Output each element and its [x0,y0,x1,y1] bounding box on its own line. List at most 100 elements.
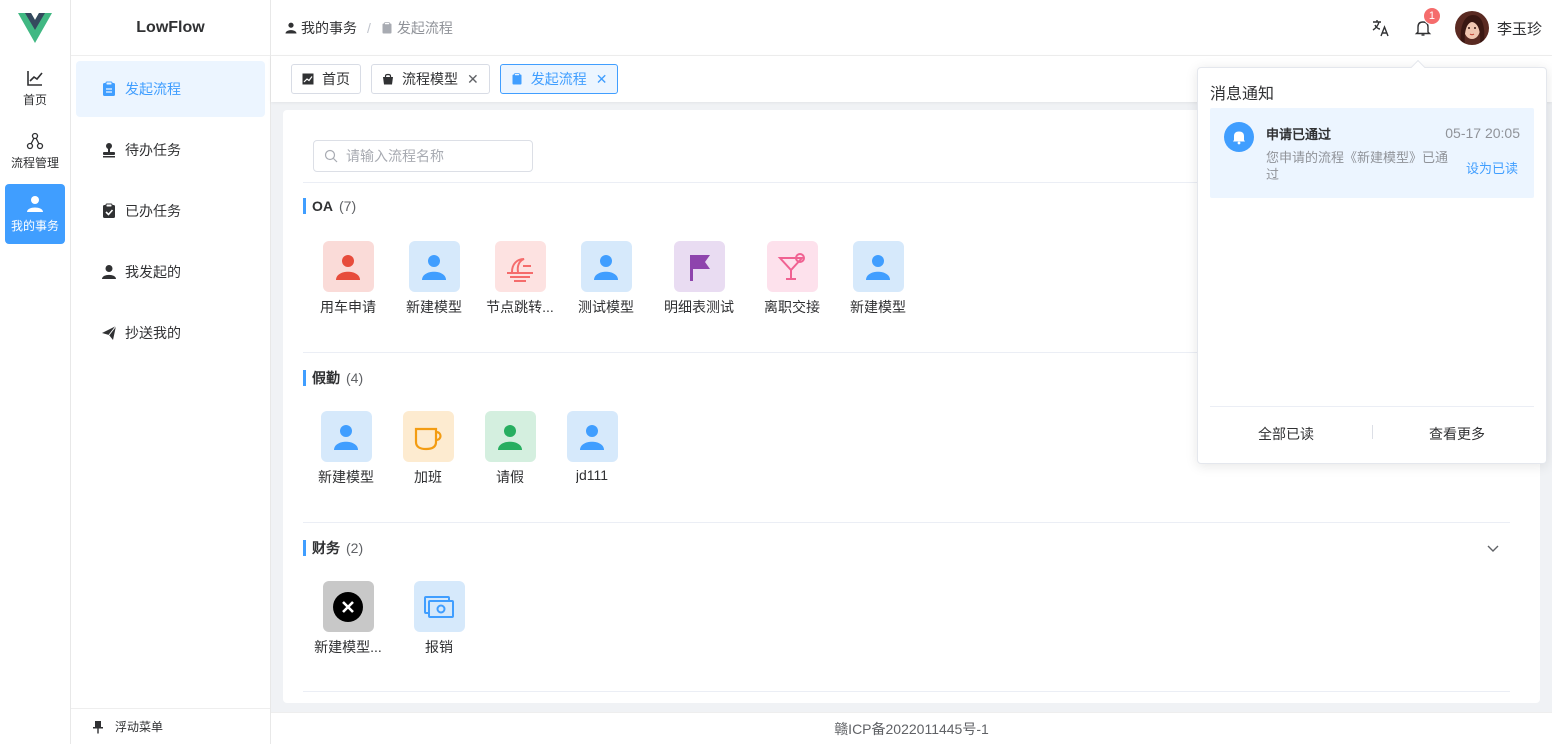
app-icon-box [413,581,465,632]
app-list-finance: 新建模型... 报销 [305,581,487,657]
rail-item-home[interactable]: 首页 [5,58,65,118]
search-input[interactable] [346,148,526,164]
menu-item-start-process[interactable]: 发起流程 [76,61,265,117]
app-label: 新建模型... [314,639,382,655]
popover-footer-separator [1372,425,1373,439]
group-title-attendance: 假勤 (4) [303,368,363,388]
user-icon [422,254,446,280]
clipboard-icon [103,81,115,96]
group-accent-bar [303,370,306,386]
rail-item-process-management[interactable]: 流程管理 [5,121,65,181]
menu-item-label: 待办任务 [125,142,181,158]
menu-item-my-initiated[interactable]: 我发起的 [76,244,265,300]
app-item[interactable]: 节点跳转... [477,241,563,317]
app-icon-box [408,241,460,292]
cocktail-icon [777,252,805,280]
icp-record[interactable]: 赣ICP备2022011445号-1 [834,719,989,739]
user-icon [336,254,360,280]
tab-close-icon[interactable]: ✕ [596,71,608,88]
username[interactable]: 李玉珍 [1497,18,1542,39]
mark-read-link[interactable]: 设为已读 [1466,158,1518,177]
popover-title: 消息通知 [1210,86,1275,103]
app-item[interactable]: 离职交接 [749,241,835,317]
view-more-button[interactable]: 查看更多 [1429,424,1485,444]
close-circle-icon [333,591,363,622]
menu-item-todo-tasks[interactable]: 待办任务 [76,122,265,178]
group-count: (7) [339,198,357,214]
app-brand: LowFlow [71,0,270,56]
pin-icon [93,720,103,733]
app-item[interactable]: 请假 [469,411,551,487]
user-icon [498,424,522,450]
app-item[interactable]: 测试模型 [563,241,649,317]
app-label: 明细表测试 [664,299,734,315]
app-item[interactable]: 报销 [391,581,487,657]
floating-menu-label: 浮动菜单 [115,720,164,734]
app-label: 用车申请 [320,299,376,315]
tab-start-process[interactable]: 发起流程 ✕ [499,64,619,94]
divider [303,522,1510,523]
top-header: 我的事务 / 发起流程 1 李玉珍 [271,0,1552,56]
popover-divider [1210,406,1534,407]
user-icon [102,265,116,279]
app-item[interactable]: 加班 [387,411,469,487]
app-item[interactable]: 新建模型 [835,241,921,317]
notification-item[interactable]: 申请已通过 05-17 20:05 您申请的流程《新建模型》已通过 设为已读 [1210,108,1534,198]
app-item[interactable]: 新建模型 [391,241,477,317]
rail-item-label: 首页 [22,92,47,107]
app-label: 加班 [414,469,442,485]
app-item[interactable]: 明细表测试 [649,241,749,317]
app-icon-box [320,411,372,462]
rail-item-label: 我的事务 [10,218,59,233]
rail-item-my-affairs[interactable]: 我的事务 [5,184,65,244]
app-list-oa: 用车申请 新建模型 节点跳转... 测试模型 明细表测试 离职交接 新建模型 [305,241,921,317]
menu-item-done-tasks[interactable]: 已办任务 [76,183,265,239]
coffee-cup-icon [414,427,442,450]
sunset-icon [507,257,533,282]
floating-menu-toggle[interactable]: 浮动菜单 [71,708,270,744]
app-label: jd111 [575,467,609,483]
notification-content: 您申请的流程《新建模型》已通过 [1266,150,1449,182]
notification-badge: 1 [1422,7,1441,25]
app-item[interactable]: 用车申请 [305,241,391,317]
tab-process-model[interactable]: 流程模型 ✕ [371,64,490,94]
breadcrumb-item-current: 发起流程 [396,19,453,36]
menu-item-label: 已办任务 [125,203,181,219]
breadcrumb-item-my-affairs[interactable]: 我的事务 [301,18,357,38]
tab-close-icon[interactable]: ✕ [467,71,479,88]
app-item[interactable]: 新建模型... [305,581,391,657]
chevron-down-icon[interactable] [1486,541,1500,555]
avatar[interactable] [1454,11,1489,45]
breadcrumb-separator: / [367,19,371,36]
clipboard-icon [382,21,392,33]
divider [303,691,1510,692]
app-item[interactable]: 新建模型 [305,411,387,487]
user-icon [334,424,358,450]
app-icon-box [566,411,618,462]
flow-tree-icon [26,132,44,149]
clipboard-icon [512,73,522,85]
tab-home[interactable]: 首页 [291,64,361,94]
app-icon-box [484,411,536,462]
notification-popover: 消息通知 申请已通过 05-17 20:05 您申请的流程《新建模型》已通过 设… [1197,59,1547,464]
app-icon-box [322,581,374,632]
user-icon [285,22,297,33]
vue-logo[interactable] [0,0,70,56]
menu-item-cc-me[interactable]: 抄送我的 [76,305,265,361]
app-icon-box [580,241,632,292]
notification-time: 05-17 20:05 [1445,125,1520,141]
user-icon [866,254,890,280]
page-footer: 赣ICP备2022011445号-1 [271,712,1552,744]
group-count: (2) [346,540,364,556]
translate-icon[interactable] [1371,18,1391,38]
header-actions: 1 李玉珍 [1371,0,1542,56]
app-list-attendance: 新建模型 加班 请假 jd111 [305,411,633,487]
mark-all-read-button[interactable]: 全部已读 [1258,424,1314,444]
notification-bell[interactable]: 1 [1413,7,1441,38]
menu-item-label: 我发起的 [125,264,181,280]
app-label: 新建模型 [850,299,906,315]
app-item[interactable]: jd111 [551,411,633,487]
trend-chart-icon [27,70,43,86]
tab-label: 发起流程 [530,71,587,87]
search-box [313,140,533,172]
